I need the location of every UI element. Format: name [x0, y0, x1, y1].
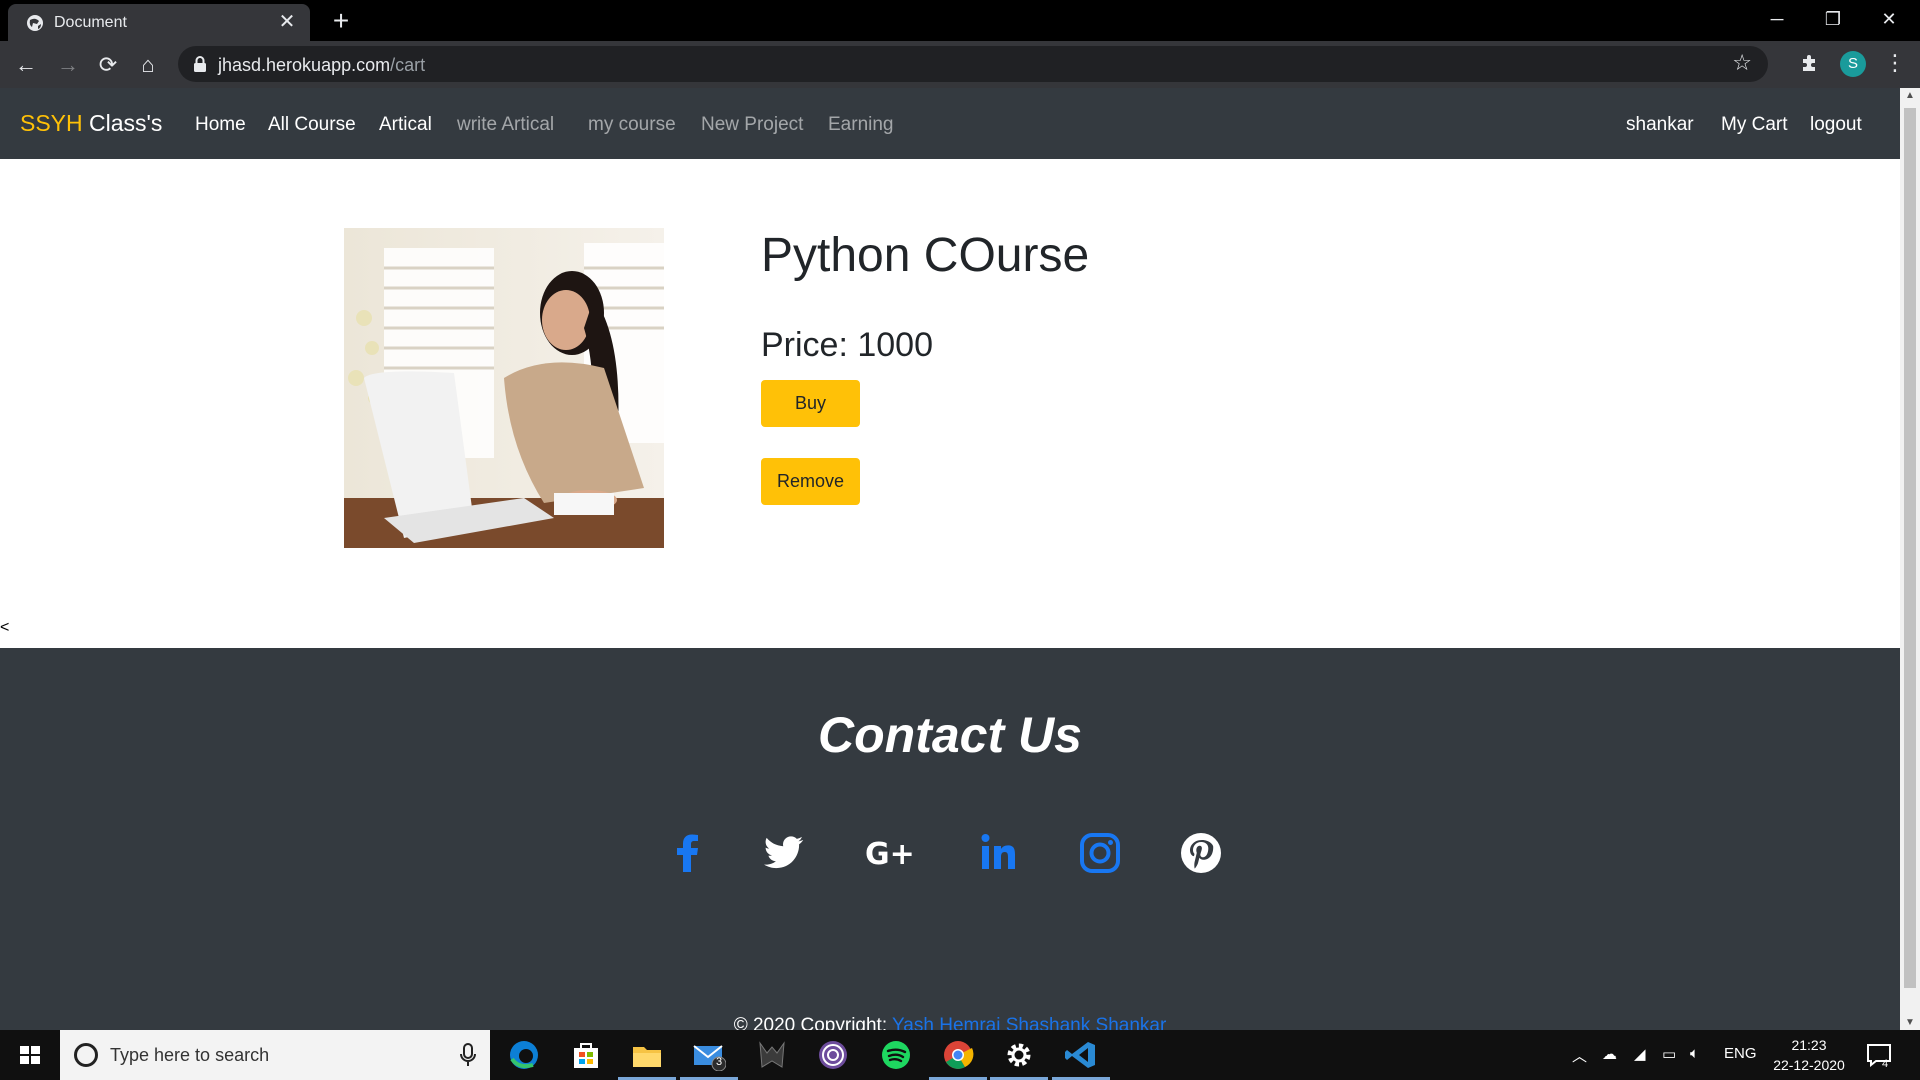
scroll-down-icon[interactable]: ▼	[1900, 1017, 1920, 1028]
extensions-puzzle-icon[interactable]	[1800, 52, 1820, 78]
site-footer: Contact Us G+ © 2020 Copyright: Yash Hem…	[0, 648, 1900, 1030]
url-text: jhasd.herokuapp.com/cart	[218, 55, 425, 76]
microphone-icon[interactable]	[460, 1043, 476, 1067]
browser-tab-strip: Document ✕ + ─ ❐ ✕	[0, 0, 1920, 41]
search-placeholder: Type here to search	[110, 1045, 270, 1065]
page-scrollbar[interactable]: ▲ ▼	[1900, 88, 1920, 1030]
nav-home[interactable]: Home	[195, 114, 246, 136]
pinterest-icon[interactable]	[1174, 826, 1228, 880]
wifi-icon[interactable]: ◢	[1634, 1045, 1646, 1063]
windows-start-icon[interactable]	[0, 1030, 60, 1080]
clock-time: 21:23	[1791, 1037, 1827, 1053]
clock-date: 22-12-2020	[1773, 1057, 1845, 1073]
battery-icon[interactable]: ▭	[1662, 1045, 1676, 1063]
site-navbar: SSYH Class's Home All Course Artical wri…	[0, 88, 1900, 159]
remove-button[interactable]: Remove	[761, 458, 860, 505]
chrome-icon[interactable]	[941, 1039, 975, 1071]
url-path: /cart	[390, 55, 426, 75]
nav-write-artical[interactable]: write Artical	[457, 114, 554, 136]
twitter-icon[interactable]	[756, 826, 810, 880]
back-arrow-icon[interactable]: ←	[10, 49, 42, 81]
buy-button[interactable]: Buy	[761, 380, 860, 427]
store-icon[interactable]	[569, 1039, 603, 1071]
scroll-up-icon[interactable]: ▲	[1900, 90, 1920, 101]
tab-title: Document	[54, 14, 127, 31]
nav-new-project[interactable]: New Project	[701, 114, 803, 136]
scrollbar-thumb[interactable]	[1904, 108, 1916, 988]
browser-toolbar: ← → ⟳ ⌂ jhasd.herokuapp.com/cart ☆ S ⋮	[0, 41, 1920, 88]
copyright-author-link[interactable]: Yash Hemraj Shashank Shankar	[892, 1015, 1166, 1030]
course-title: Python COurse	[761, 229, 1090, 282]
facebook-icon[interactable]	[661, 826, 715, 880]
notification-count: 4	[1882, 1058, 1889, 1070]
bookmark-star-icon[interactable]: ☆	[1732, 50, 1752, 76]
taskbar-clock[interactable]: 21:23 22-12-2020	[1768, 1035, 1850, 1075]
language-indicator[interactable]: ENG	[1724, 1045, 1757, 1062]
site-brand[interactable]: SSYH Class's	[20, 110, 162, 137]
new-tab-button[interactable]: +	[326, 6, 356, 36]
forward-arrow-icon[interactable]: →	[52, 49, 84, 81]
course-image	[344, 228, 664, 548]
mail-badge: 3	[716, 1056, 723, 1068]
contact-heading: Contact Us	[818, 707, 1082, 763]
settings-gear-icon[interactable]	[1002, 1039, 1036, 1071]
taskbar-search-box[interactable]: Type here to search	[60, 1030, 490, 1080]
predator-sense-icon[interactable]	[755, 1039, 789, 1071]
volume-icon[interactable]: 🔈︎	[1690, 1045, 1699, 1062]
cortana-circle-icon	[74, 1043, 98, 1067]
page-viewport: SSYH Class's Home All Course Artical wri…	[0, 88, 1900, 1030]
copyright: © 2020 Copyright: Yash Hemraj Shashank S…	[0, 1015, 1900, 1030]
nav-all-course[interactable]: All Course	[268, 114, 356, 136]
nav-my-course[interactable]: my course	[588, 114, 676, 136]
nav-earning[interactable]: Earning	[828, 114, 894, 136]
globe-icon	[27, 15, 43, 31]
brand-classes: Class's	[89, 110, 163, 136]
brand-ssyh: SSYH	[20, 110, 83, 136]
spotify-icon[interactable]	[879, 1039, 913, 1071]
onedrive-icon[interactable]: ☁	[1602, 1045, 1617, 1063]
minimize-button[interactable]: ─	[1754, 4, 1800, 34]
edge-icon[interactable]	[507, 1039, 541, 1071]
tray-chevron-icon[interactable]: ︿	[1572, 1045, 1587, 1066]
nav-logout[interactable]: logout	[1810, 114, 1862, 136]
google-plus-icon[interactable]: G+	[865, 826, 919, 880]
instagram-icon[interactable]	[1073, 826, 1127, 880]
file-explorer-icon[interactable]	[630, 1039, 664, 1071]
back-mark: <	[0, 619, 10, 636]
close-tab-icon[interactable]: ✕	[276, 11, 298, 33]
lock-icon	[194, 56, 206, 72]
close-window-button[interactable]: ✕	[1866, 4, 1912, 34]
home-icon[interactable]: ⌂	[132, 49, 164, 81]
address-bar[interactable]: jhasd.herokuapp.com/cart ☆	[178, 46, 1768, 82]
nav-user-shankar[interactable]: shankar	[1626, 114, 1694, 136]
browser-tab[interactable]: Document ✕	[8, 4, 310, 41]
url-host: jhasd.herokuapp.com	[218, 55, 391, 75]
copyright-prefix: © 2020 Copyright:	[733, 1015, 893, 1030]
nav-my-cart[interactable]: My Cart	[1721, 114, 1788, 136]
profile-avatar[interactable]: S	[1840, 51, 1866, 77]
browser-menu-icon[interactable]: ⋮	[1884, 50, 1906, 76]
reload-icon[interactable]: ⟳	[92, 49, 124, 81]
linkedin-icon[interactable]	[973, 826, 1027, 880]
tor-browser-icon[interactable]	[816, 1039, 850, 1071]
course-price: Price: 1000	[761, 326, 933, 364]
svg-text:G+: G+	[865, 837, 915, 872]
nav-artical[interactable]: Artical	[379, 114, 432, 136]
windows-taskbar: Type here to search 3 ︿ ☁ ◢ ▭ 🔈︎ ENG 21:…	[0, 1030, 1920, 1080]
restore-button[interactable]: ❐	[1810, 4, 1856, 34]
vscode-icon[interactable]	[1064, 1039, 1098, 1071]
